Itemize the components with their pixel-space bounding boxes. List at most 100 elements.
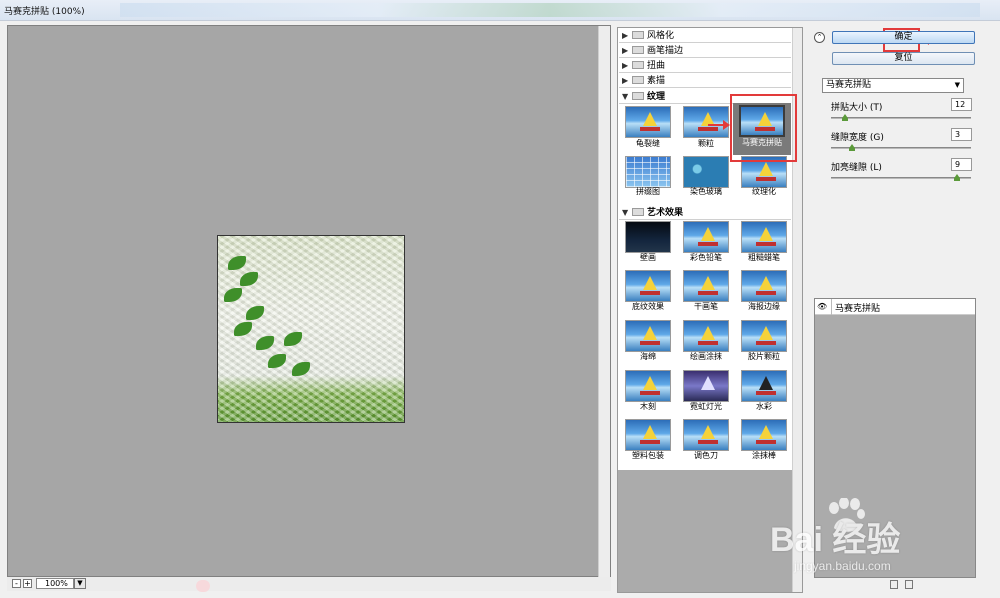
highlight-box-selected-filter bbox=[730, 94, 797, 162]
filter-label: 塑料包装 bbox=[632, 451, 664, 460]
filter-thumb-craquelure[interactable] bbox=[625, 106, 671, 138]
leaf-shape bbox=[256, 336, 274, 350]
filter-label: 海绵 bbox=[640, 352, 656, 361]
expand-triangle-icon: ▶ bbox=[622, 76, 629, 85]
expand-triangle-icon: ▶ bbox=[622, 46, 629, 55]
gallery-empty-area bbox=[618, 470, 792, 592]
filter-label: 龟裂缝 bbox=[636, 139, 660, 148]
filter-thumb-paint-daubs[interactable] bbox=[683, 320, 729, 352]
tile-size-label: 拼贴大小 (T) bbox=[831, 103, 883, 113]
expand-triangle-icon: ▶ bbox=[622, 61, 629, 70]
preview-canvas[interactable] bbox=[7, 25, 611, 577]
folder-icon bbox=[632, 92, 644, 100]
leaf-shape bbox=[234, 322, 252, 336]
filter-label: 海报边缘 bbox=[748, 302, 780, 311]
filter-thumb-dry-brush[interactable] bbox=[683, 270, 729, 302]
eye-icon[interactable]: 👁 bbox=[817, 302, 828, 311]
tile-size-slider[interactable] bbox=[831, 117, 971, 119]
filter-thumb-cutout[interactable] bbox=[625, 370, 671, 402]
collapse-gallery-icon[interactable]: ⌃ bbox=[814, 32, 825, 43]
tile-size-slider-thumb[interactable] bbox=[842, 114, 848, 121]
filter-thumb-underpainting[interactable] bbox=[625, 270, 671, 302]
filter-label: 拼缀图 bbox=[636, 187, 660, 196]
filter-thumb-poster-edges[interactable] bbox=[741, 270, 787, 302]
collapse-triangle-icon: ▼ bbox=[622, 92, 629, 101]
filter-thumb-palette-knife[interactable] bbox=[683, 419, 729, 451]
watermark-url: jingyan.baidu.com bbox=[794, 559, 891, 573]
grout-width-label: 缝隙宽度 (G) bbox=[831, 133, 884, 143]
filter-select[interactable]: 马赛克拼贴 ▼ bbox=[822, 78, 964, 93]
filter-label: 纹理化 bbox=[752, 187, 776, 196]
folder-icon bbox=[632, 31, 644, 39]
filter-thumb-sponge[interactable] bbox=[625, 320, 671, 352]
filter-thumb-neon-glow[interactable] bbox=[683, 370, 729, 402]
filter-thumb-fresco[interactable] bbox=[625, 221, 671, 253]
zoom-out-button[interactable]: - bbox=[12, 579, 21, 588]
filter-label: 霓虹灯光 bbox=[690, 402, 722, 411]
leaf-shape bbox=[246, 306, 264, 320]
folder-icon bbox=[632, 76, 644, 84]
filter-select-value: 马赛克拼贴 bbox=[826, 80, 872, 90]
zoom-level-field[interactable]: 100% bbox=[36, 578, 74, 589]
zoom-dropdown-button[interactable]: ▼ bbox=[74, 578, 86, 589]
highlight-arrow-icon bbox=[708, 120, 730, 130]
delete-layer-icon[interactable] bbox=[905, 580, 913, 589]
filter-thumb-watercolor[interactable] bbox=[741, 370, 787, 402]
lighten-grout-field[interactable]: 9 bbox=[951, 158, 972, 171]
filter-label: 颗粒 bbox=[698, 139, 714, 148]
filter-thumb-plastic-wrap[interactable] bbox=[625, 419, 671, 451]
filter-label: 干画笔 bbox=[694, 302, 718, 311]
filter-label: 水彩 bbox=[756, 402, 772, 411]
new-layer-icon[interactable] bbox=[890, 580, 898, 589]
leaf-shape bbox=[284, 332, 302, 346]
filter-thumb-rough-pastels[interactable] bbox=[741, 221, 787, 253]
leaf-shape bbox=[228, 256, 246, 270]
tile-size-field[interactable]: 12 bbox=[951, 98, 972, 111]
leaf-shape bbox=[268, 354, 286, 368]
category-distort[interactable]: ▶ 扭曲 bbox=[619, 59, 791, 73]
chevron-down-icon: ▼ bbox=[954, 81, 960, 89]
lighten-grout-slider[interactable] bbox=[831, 177, 971, 179]
watermark-text: Bai 经验 bbox=[770, 521, 901, 559]
folder-icon bbox=[632, 61, 644, 69]
category-stylize[interactable]: ▶ 风格化 bbox=[619, 29, 791, 43]
category-brush-strokes[interactable]: ▶ 画笔描边 bbox=[619, 44, 791, 58]
ok-button[interactable]: 确定 bbox=[832, 31, 975, 44]
filter-thumb-stained-glass[interactable] bbox=[683, 156, 729, 188]
filter-label: 涂抹棒 bbox=[752, 451, 776, 460]
folder-icon bbox=[632, 208, 644, 216]
filter-label: 彩色铅笔 bbox=[690, 253, 722, 262]
preview-image bbox=[217, 235, 405, 423]
leaf-shape bbox=[224, 288, 242, 302]
filter-label: 木刻 bbox=[640, 402, 656, 411]
preview-footer bbox=[7, 577, 611, 591]
taskbar-strip bbox=[120, 3, 980, 17]
filter-thumb-film-grain[interactable] bbox=[741, 320, 787, 352]
category-sketch[interactable]: ▶ 素描 bbox=[619, 74, 791, 88]
baidu-watermark: Bai 经验 jingyan.baidu.com bbox=[770, 490, 990, 580]
filter-label: 粗糙蜡笔 bbox=[748, 253, 780, 262]
title-bar: 马赛克拼贴 (100%) bbox=[0, 0, 1000, 21]
filter-thumb-colored-pencil[interactable] bbox=[683, 221, 729, 253]
filter-label: 绘画涂抹 bbox=[690, 352, 722, 361]
grout-width-slider-thumb[interactable] bbox=[849, 144, 855, 151]
folder-icon bbox=[632, 46, 644, 54]
leaf-shape bbox=[292, 362, 310, 376]
effect-layer-row[interactable]: 👁 马赛克拼贴 bbox=[815, 299, 975, 315]
expand-triangle-icon: ▶ bbox=[622, 31, 629, 40]
lighten-grout-slider-thumb[interactable] bbox=[954, 174, 960, 181]
reset-button[interactable]: 复位 bbox=[832, 52, 975, 65]
preview-scrollbar[interactable] bbox=[598, 26, 610, 577]
category-artistic[interactable]: ▼ 艺术效果 bbox=[619, 206, 791, 220]
filter-label: 调色刀 bbox=[694, 451, 718, 460]
paw-icon bbox=[196, 580, 210, 592]
grout-width-field[interactable]: 3 bbox=[951, 128, 972, 141]
filter-thumb-patchwork[interactable] bbox=[625, 156, 671, 188]
lighten-grout-label: 加亮缝隙 (L) bbox=[831, 163, 882, 173]
collapse-triangle-icon: ▼ bbox=[622, 208, 629, 217]
filter-thumb-smudge-stick[interactable] bbox=[741, 419, 787, 451]
effect-layer-name: 马赛克拼贴 bbox=[835, 304, 881, 314]
zoom-in-button[interactable]: + bbox=[23, 579, 32, 588]
filter-label: 壁画 bbox=[640, 253, 656, 262]
filter-label: 底纹效果 bbox=[632, 302, 664, 311]
